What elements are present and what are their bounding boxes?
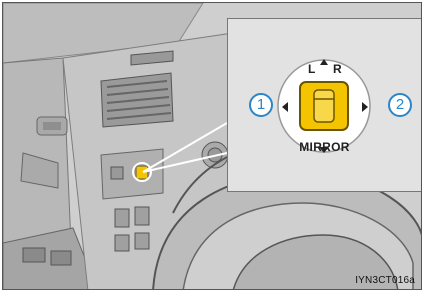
label-mirror: MIRROR (299, 140, 350, 154)
label-left-mirror: L (308, 62, 316, 76)
callout-2: 2 (388, 93, 412, 117)
mirror-switch-inset: L R MIRROR 1 2 (227, 18, 421, 192)
dashboard-illustration: L R MIRROR 1 2 IYN3CT016a (2, 2, 422, 290)
figure-code: IYN3CT016a (355, 275, 415, 286)
callout-1: 1 (249, 93, 273, 117)
label-right-mirror: R (333, 62, 342, 76)
